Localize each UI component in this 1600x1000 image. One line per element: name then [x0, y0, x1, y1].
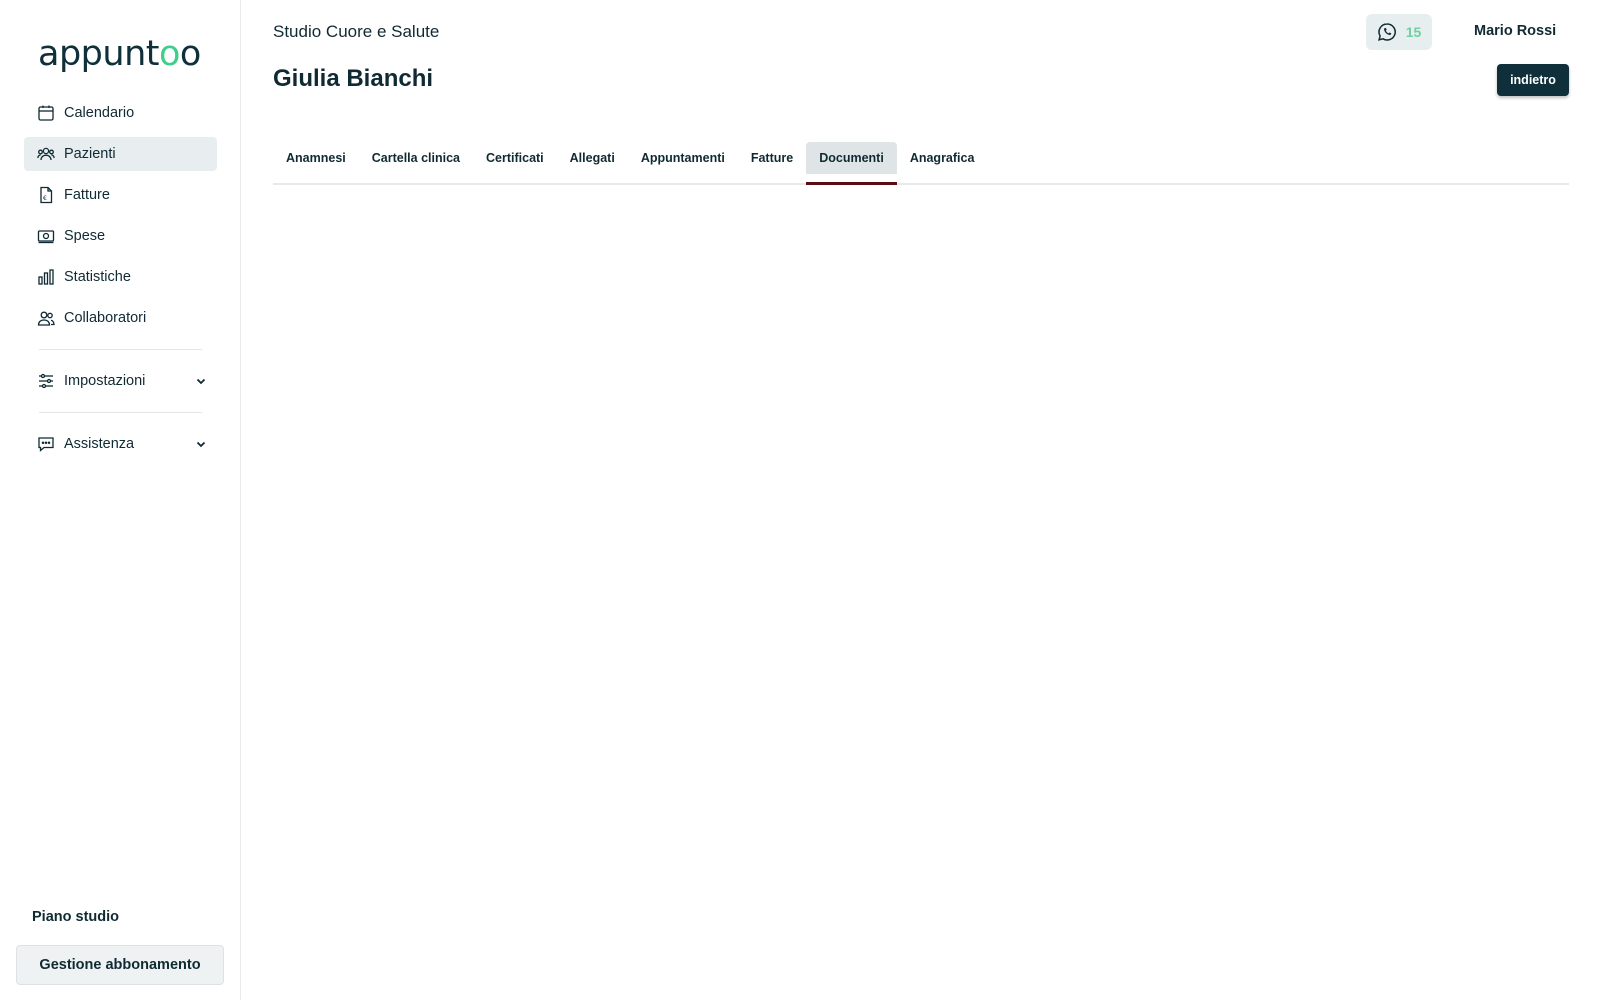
- manage-subscription-button[interactable]: Gestione abbonamento: [16, 945, 224, 985]
- sidebar-item-label: Assistenza: [64, 436, 135, 452]
- sidebar-item-pazienti[interactable]: Pazienti: [24, 137, 217, 171]
- invoice-icon: €: [37, 186, 55, 204]
- sidebar-item-label: Pazienti: [64, 146, 116, 162]
- settings-sliders-icon: [37, 372, 55, 390]
- plan-label: Piano studio: [32, 909, 119, 925]
- sidebar-nav: Calendario Pazienti € Fatture Spese Stat…: [24, 96, 217, 468]
- whatsapp-count: 15: [1405, 24, 1422, 40]
- divider: [39, 349, 202, 350]
- chart-icon: [37, 268, 55, 286]
- tab-anamnesi[interactable]: Anamnesi: [273, 142, 359, 185]
- patient-tabs: Anamnesi Cartella clinica Certificati Al…: [273, 142, 1569, 185]
- back-button[interactable]: indietro: [1497, 64, 1569, 96]
- sidebar-item-calendario[interactable]: Calendario: [24, 96, 217, 130]
- tab-cartella-clinica[interactable]: Cartella clinica: [359, 142, 473, 185]
- money-icon: [37, 227, 55, 245]
- collaborators-icon: [37, 309, 55, 327]
- calendar-icon: [37, 104, 55, 122]
- tab-content-area: [273, 190, 1569, 970]
- chevron-down-icon: [195, 375, 207, 387]
- user-menu[interactable]: Mario Rossi: [1474, 23, 1556, 39]
- tab-anagrafica[interactable]: Anagrafica: [897, 142, 988, 185]
- page-title: Giulia Bianchi: [273, 65, 434, 92]
- sidebar-item-label: Impostazioni: [64, 373, 146, 389]
- tab-appuntamenti[interactable]: Appuntamenti: [628, 142, 738, 185]
- tab-allegati[interactable]: Allegati: [557, 142, 628, 185]
- sidebar-item-statistiche[interactable]: Statistiche: [24, 260, 217, 294]
- sidebar-item-label: Calendario: [64, 105, 135, 121]
- tab-documenti[interactable]: Documenti: [806, 142, 897, 185]
- whatsapp-icon: [1377, 22, 1397, 42]
- sidebar: appuntoo Calendario Pazienti € Fatture S…: [0, 0, 241, 1000]
- studio-name: Studio Cuore e Salute: [273, 22, 440, 41]
- sidebar-item-label: Statistiche: [64, 269, 131, 285]
- chat-icon: [37, 435, 55, 453]
- sidebar-item-label: Spese: [64, 228, 106, 244]
- sidebar-item-impostazioni[interactable]: Impostazioni: [24, 364, 217, 398]
- sidebar-item-assistenza[interactable]: Assistenza: [24, 427, 217, 461]
- svg-text:€: €: [43, 195, 47, 202]
- divider: [39, 412, 202, 413]
- users-icon: [37, 145, 55, 163]
- whatsapp-badge[interactable]: 15: [1366, 14, 1432, 50]
- sidebar-item-collaboratori[interactable]: Collaboratori: [24, 301, 217, 335]
- sidebar-item-fatture[interactable]: € Fatture: [24, 178, 217, 212]
- sidebar-item-spese[interactable]: Spese: [24, 219, 217, 253]
- sidebar-item-label: Fatture: [64, 187, 110, 203]
- chevron-down-icon: [195, 438, 207, 450]
- tab-fatture[interactable]: Fatture: [738, 142, 806, 185]
- logo-text: appuntoo: [38, 34, 201, 74]
- tab-certificati[interactable]: Certificati: [473, 142, 557, 185]
- app-logo[interactable]: appuntoo: [38, 34, 201, 78]
- sidebar-item-label: Collaboratori: [64, 310, 147, 326]
